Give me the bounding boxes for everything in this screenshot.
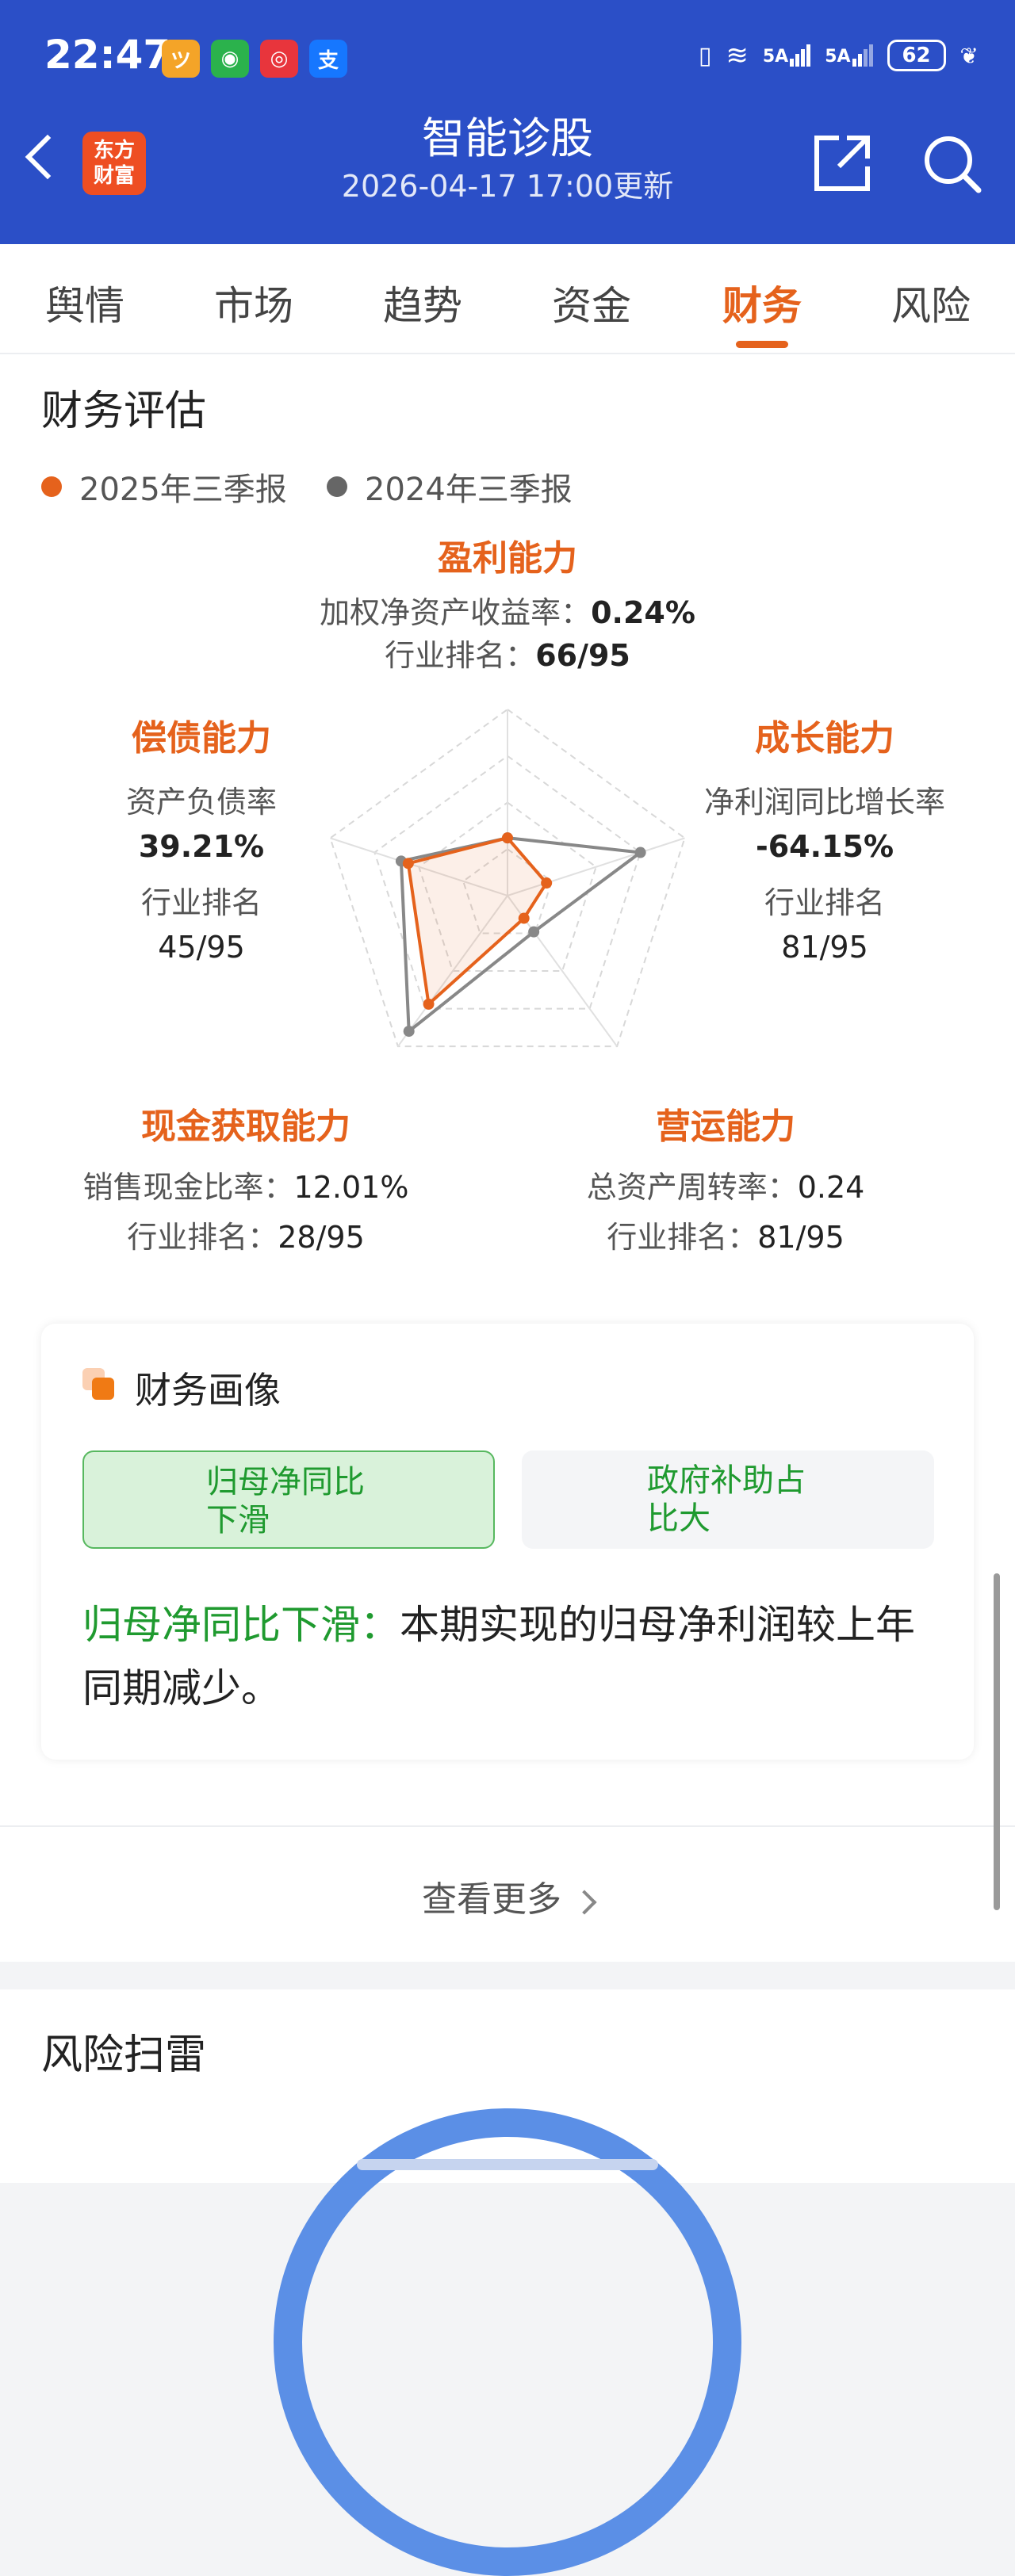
profit-rank: 行业排名：66/95	[385, 638, 630, 673]
tab-risk[interactable]: 风险	[860, 274, 1002, 331]
search-icon[interactable]	[920, 132, 983, 195]
alipay-icon: 支	[309, 40, 347, 78]
radar-point-s2-4	[403, 1026, 415, 1038]
growth-title: 成长能力	[755, 718, 894, 759]
scrollbar[interactable]	[994, 1573, 1000, 1910]
radar-point-s2-3	[528, 926, 540, 938]
tab-sentiment[interactable]: 舆情	[13, 274, 156, 331]
active-tab-indicator	[736, 341, 788, 348]
growth-rank-label: 行业排名	[764, 885, 885, 920]
status-icons: ▯ ≋ 5A 5A 62 ❦	[699, 40, 979, 71]
cash-rank: 行业排名：28/95	[127, 1220, 365, 1255]
tab-market[interactable]: 市场	[182, 274, 325, 331]
app-icon-red: ◎	[260, 40, 298, 78]
operation-title: 营运能力	[656, 1106, 795, 1147]
app-icon-green: ◉	[211, 40, 249, 78]
operation-block: 营运能力 总资产周转率：0.24 行业排名：81/95	[527, 1098, 924, 1256]
radar-point-s1-2	[541, 877, 553, 889]
cash-block: 现金获取能力 销售现金比率：12.01% 行业排名：28/95	[48, 1098, 444, 1256]
debt-rank-label: 行业排名	[140, 885, 262, 920]
profit-title: 盈利能力	[438, 538, 577, 579]
app-icon-yellow: ツ	[162, 40, 200, 78]
portrait-description: 归母净同比下滑：本期实现的归母净利润较上年 同期减少。	[82, 1602, 915, 1711]
chip-gov-subsidy[interactable]: 政府补助占 比大	[522, 1450, 934, 1549]
operation-rank: 行业排名：81/95	[607, 1220, 845, 1255]
radar-point-s1-3	[518, 912, 530, 924]
legend-2025: 2025年三季报	[41, 464, 287, 510]
divider	[0, 1825, 1015, 1827]
radar-point-s1-5	[402, 858, 414, 869]
radar-point-s1-4	[423, 998, 435, 1010]
tab-trend[interactable]: 趋势	[351, 274, 494, 331]
vibrate-icon: ▯	[698, 41, 712, 70]
debt-block: 偿债能力 资产负债率 39.21% 行业排名 45/95	[82, 709, 320, 965]
portrait-title: 财务画像	[135, 1369, 281, 1412]
cash-title: 现金获取能力	[141, 1106, 350, 1147]
growth-metric-label: 净利润同比增长率	[703, 785, 945, 820]
profit-metric: 加权净资产收益率：0.24%	[320, 595, 695, 630]
risk-title: 风险扫雷	[41, 2031, 207, 2079]
portrait-icon	[82, 1368, 114, 1400]
wifi-icon: ≋	[726, 40, 749, 71]
signal-icon-2: 5A	[825, 44, 873, 67]
share-icon[interactable]	[812, 133, 872, 193]
debt-metric-label: 资产负债率	[125, 785, 277, 820]
growth-metric-value: -64.15%	[755, 829, 894, 864]
home-indicator	[357, 2159, 658, 2170]
view-more-link[interactable]: 查看更多	[0, 1871, 1015, 1921]
leaf-icon: ❦	[959, 42, 979, 69]
risk-gauge	[274, 2108, 741, 2576]
operation-metric: 总资产周转率：0.24	[586, 1170, 865, 1205]
radar-chart	[329, 708, 686, 1048]
portrait-desc-title: 归母净同比下滑：	[82, 1602, 400, 1648]
section-title: 财务评估	[41, 388, 207, 435]
debt-metric-value: 39.21%	[138, 829, 265, 864]
chevron-right-icon	[572, 1890, 597, 1915]
debt-rank-value: 45/95	[158, 930, 245, 965]
status-time: 22:47	[44, 32, 171, 78]
signal-icon-1: 5A	[763, 44, 811, 67]
growth-block: 成长能力 净利润同比增长率 -64.15% 行业排名 81/95	[690, 709, 959, 965]
legend-label-2025: 2025年三季报	[79, 472, 287, 508]
growth-rank-value: 81/95	[781, 930, 868, 965]
radar-point-s1-1	[502, 832, 513, 844]
cash-metric: 销售现金比率：12.01%	[82, 1170, 409, 1205]
tab-finance[interactable]: 财务	[691, 274, 833, 331]
battery-icon: 62	[887, 40, 946, 71]
legend-dot-2024	[327, 476, 347, 497]
legend-label-2024: 2024年三季报	[365, 472, 573, 508]
radar-point-s2-2	[634, 847, 646, 858]
chip-profit-decline[interactable]: 归母净同比 下滑	[82, 1450, 495, 1549]
legend-2024: 2024年三季报	[327, 464, 573, 510]
legend-dot-2025	[41, 476, 62, 497]
debt-title: 偿债能力	[132, 718, 271, 759]
tab-capital[interactable]: 资金	[520, 274, 663, 331]
